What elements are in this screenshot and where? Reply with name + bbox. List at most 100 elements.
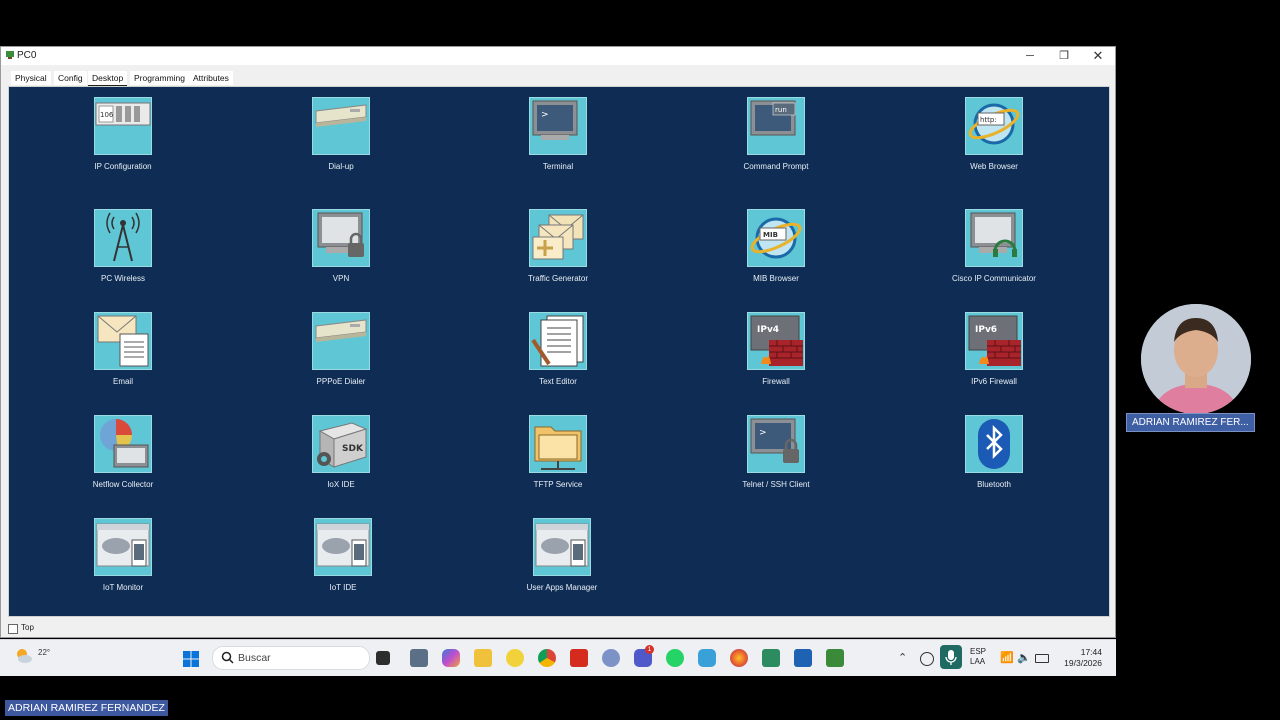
lang-line-2: LAA — [970, 657, 986, 666]
app-terminal[interactable]: > Terminal — [493, 97, 623, 172]
pie-chart-icon — [94, 415, 152, 473]
app-label: PPPoE Dialer — [316, 377, 366, 386]
vpn-lock-icon — [312, 209, 370, 267]
email-icon — [94, 312, 152, 370]
app-user-apps-manager[interactable]: User Apps Manager — [497, 518, 627, 593]
chrome-icon[interactable] — [538, 649, 556, 667]
svg-text:IPv6: IPv6 — [975, 325, 997, 335]
tab-bar: Physical Config Desktop Programming Attr… — [1, 71, 1115, 86]
tab-physical[interactable]: Physical — [11, 71, 51, 85]
app-label: Dial-up — [328, 162, 354, 171]
app-ip-configuration[interactable]: 106 IP Configuration — [58, 97, 188, 172]
network-app-icon[interactable] — [698, 649, 716, 667]
app-label: IoX IDE — [327, 480, 355, 489]
app-label: Firewall — [762, 377, 790, 386]
svg-text:MIB: MIB — [763, 231, 778, 239]
wifi-icon[interactable]: 📶 — [1000, 651, 1014, 664]
app-vpn[interactable]: VPN — [276, 209, 406, 284]
app-iox-ide[interactable]: SDK IoX IDE — [276, 415, 406, 490]
web-browser-icon: http: — [965, 97, 1023, 155]
copilot-icon[interactable] — [442, 649, 460, 667]
teams-badge: 1 — [645, 645, 654, 654]
taskbar-search[interactable]: Buscar — [212, 646, 370, 670]
app-netflow-collector[interactable]: Netflow Collector — [58, 415, 188, 490]
tab-programming[interactable]: Programming — [130, 71, 190, 85]
system-clock[interactable]: 17:44 19/3/2026 — [1060, 647, 1102, 669]
close-button[interactable]: ✕ — [1081, 47, 1115, 65]
app-label: IP Configuration — [94, 162, 152, 171]
modem-icon — [312, 312, 370, 370]
presenter-name-label: ADRIAN RAMIREZ FERNANDEZ — [5, 700, 168, 716]
ip-config-icon: 106 — [94, 97, 152, 155]
app-web-browser[interactable]: http: Web Browser — [929, 97, 1059, 172]
ipv6-firewall-icon: IPv6 — [965, 312, 1023, 370]
mib-browser-icon: MIB — [747, 209, 805, 267]
outlook-icon[interactable] — [794, 649, 812, 667]
app-email[interactable]: Email — [58, 312, 188, 387]
app-command-prompt[interactable]: run Command Prompt — [711, 97, 841, 172]
tab-desktop[interactable]: Desktop — [88, 71, 128, 86]
windows-start-icon[interactable] — [182, 650, 200, 668]
app-label: Terminal — [542, 162, 574, 171]
minimize-button[interactable]: ─ — [1013, 47, 1047, 65]
calculator-icon[interactable] — [410, 649, 428, 667]
app-iot-ide[interactable]: IoT IDE — [278, 518, 408, 593]
language-indicator[interactable]: ESP LAA — [970, 647, 986, 667]
status-icon[interactable] — [920, 652, 934, 666]
app-label: MIB Browser — [753, 274, 799, 283]
clock-time: 17:44 — [1080, 647, 1102, 657]
svg-text:run: run — [775, 106, 787, 114]
weather-icon — [17, 649, 32, 663]
tab-attributes[interactable]: Attributes — [189, 71, 233, 85]
app-text-editor[interactable]: Text Editor — [493, 312, 623, 387]
bluetooth-icon — [965, 415, 1023, 473]
notepad-icon[interactable] — [762, 649, 780, 667]
tab-config[interactable]: Config — [54, 71, 87, 85]
app-bluetooth[interactable]: Bluetooth — [929, 415, 1059, 490]
desktop-area: 106 IP Configuration Dial-up > Terminal … — [8, 86, 1110, 617]
app-label: Command Prompt — [743, 162, 809, 171]
task-view-icon[interactable] — [376, 651, 390, 665]
svg-text:IPv4: IPv4 — [757, 325, 779, 335]
cloud-phone-icon — [94, 518, 152, 576]
app-ipv6-firewall[interactable]: IPv6 IPv6 Firewall — [929, 312, 1059, 387]
app-mib-browser[interactable]: MIB MIB Browser — [711, 209, 841, 284]
r-app-icon[interactable] — [602, 649, 620, 667]
winzip-icon[interactable] — [506, 649, 524, 667]
app-telnet-ssh-client[interactable]: > Telnet / SSH Client — [711, 415, 841, 490]
sdk-box-icon: SDK — [312, 415, 370, 473]
chevron-up-icon[interactable]: ⌃ — [898, 651, 907, 664]
app-dial-up[interactable]: Dial-up — [276, 97, 406, 172]
top-checkbox[interactable] — [8, 624, 18, 634]
terminal-lock-icon: > — [747, 415, 805, 473]
webcam-avatar — [1141, 304, 1251, 414]
app-tftp-service[interactable]: TFTP Service — [493, 415, 623, 490]
app-iot-monitor[interactable]: IoT Monitor — [58, 518, 188, 593]
app-cisco-ip-communicator[interactable]: Cisco IP Communicator — [929, 209, 1059, 284]
title-bar[interactable]: PC0 ─ ❐ ✕ — [1, 47, 1115, 65]
packet-tracer-taskbar-icon[interactable] — [826, 649, 844, 667]
search-placeholder: Buscar — [238, 652, 271, 664]
text-editor-icon — [529, 312, 587, 370]
firefox-icon[interactable] — [730, 649, 748, 667]
app-label: Netflow Collector — [92, 480, 154, 489]
app-label: Email — [112, 377, 133, 386]
microphone-icon[interactable] — [940, 645, 962, 669]
top-checkbox-label: Top — [21, 623, 34, 632]
wireless-tower-icon — [94, 209, 152, 267]
app-pppoe-dialer[interactable]: PPPoE Dialer — [276, 312, 406, 387]
acrobat-icon[interactable] — [570, 649, 588, 667]
app-firewall[interactable]: IPv4 Firewall — [711, 312, 841, 387]
volume-icon[interactable]: 🔈 — [1017, 651, 1031, 664]
app-label: Web Browser — [970, 162, 1018, 171]
maximize-button[interactable]: ❐ — [1047, 47, 1081, 65]
battery-icon[interactable] — [1035, 654, 1049, 663]
whatsapp-icon[interactable] — [666, 649, 684, 667]
app-label: Text Editor — [539, 377, 577, 386]
cloud-phone-icon — [314, 518, 372, 576]
weather-widget[interactable]: 22° — [14, 646, 50, 669]
folder-icon — [529, 415, 587, 473]
app-pc-wireless[interactable]: PC Wireless — [58, 209, 188, 284]
file-explorer-icon[interactable] — [474, 649, 492, 667]
app-traffic-generator[interactable]: Traffic Generator — [493, 209, 623, 284]
